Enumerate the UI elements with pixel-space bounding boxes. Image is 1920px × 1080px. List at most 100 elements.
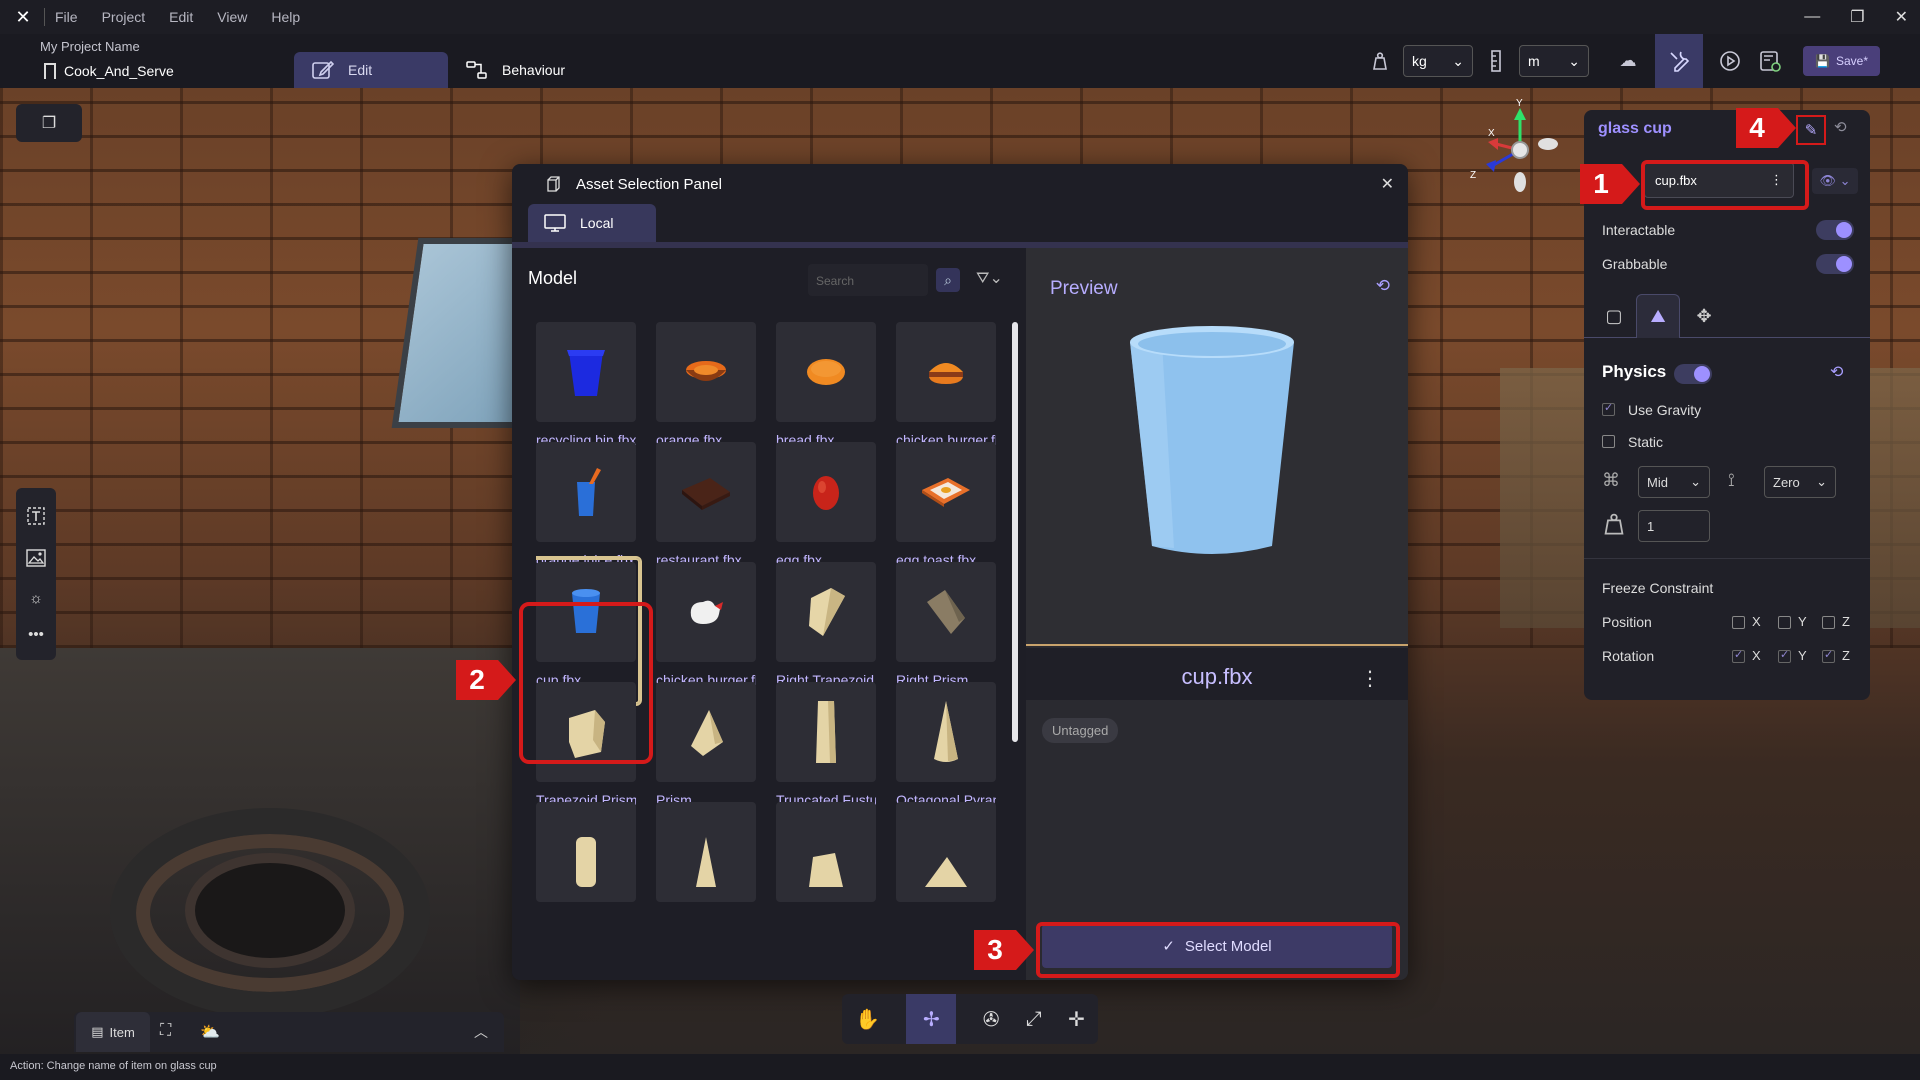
image-tool-icon[interactable] xyxy=(26,548,46,571)
asset-card-truncated-fustum[interactable]: Truncated Fustum xyxy=(776,682,876,822)
asset-card-right-trapezoid[interactable]: Right Trapezoid xyxy=(776,562,876,702)
asset-card-bread[interactable]: bread.fbx xyxy=(776,322,876,462)
freeze-position-z-checkbox[interactable] xyxy=(1822,616,1835,629)
tab-local[interactable]: Local xyxy=(528,204,656,242)
main-toolbar: My Project Name Cook_And_Serve Edit Beha… xyxy=(0,34,1920,88)
reset-icon[interactable]: ⟲ xyxy=(1834,118,1847,136)
asset-card-orange[interactable]: orange.fbx xyxy=(656,322,756,462)
environment-icon[interactable]: ⛅ xyxy=(200,1022,220,1042)
mode-tab-behaviour[interactable]: Behaviour xyxy=(466,52,565,88)
asset-thumbnail xyxy=(536,322,636,422)
restore-icon[interactable]: ❐ xyxy=(1850,7,1864,27)
search-input[interactable]: Search xyxy=(808,264,928,296)
asset-card-restaurant[interactable]: restaurant.fbx xyxy=(656,442,756,582)
bookmark-icon xyxy=(44,63,56,79)
menu-edit[interactable]: Edit xyxy=(169,9,193,25)
asset-card-frustum[interactable] xyxy=(776,802,876,942)
menu-file[interactable]: File xyxy=(55,9,78,25)
collision-select[interactable]: Mid ⌄ xyxy=(1638,466,1710,498)
asset-thumbnail xyxy=(896,802,996,902)
transform-all-icon[interactable]: ✛ xyxy=(1068,1007,1085,1032)
asset-thumbnail xyxy=(776,442,876,542)
refresh-icon[interactable]: ⟲ xyxy=(1376,276,1390,296)
grabbable-toggle[interactable] xyxy=(1816,254,1854,274)
asset-card-egg-toast[interactable]: egg toast.fbx xyxy=(896,442,996,582)
tab-item[interactable]: ▤ Item xyxy=(76,1012,150,1052)
model-grid-scrollbar[interactable] xyxy=(1012,322,1018,742)
asset-card-chicken-burger-2[interactable]: chicken burger.fbx xyxy=(656,562,756,702)
mass-unit-select[interactable]: kg ⌄ xyxy=(1403,45,1474,77)
freeze-rotation-y-checkbox[interactable] xyxy=(1778,648,1791,663)
damping-icon: ⟟ xyxy=(1728,470,1735,490)
close-window-icon[interactable]: ✕ xyxy=(1895,7,1908,27)
length-unit-value: m xyxy=(1528,53,1540,69)
cloud-icon[interactable]: ☁ xyxy=(1611,44,1645,78)
physics-reset-icon[interactable]: ⟲ xyxy=(1830,362,1843,382)
asset-card-cylinder[interactable] xyxy=(536,802,636,942)
damping-select[interactable]: Zero ⌄ xyxy=(1764,466,1836,498)
mass-input[interactable]: 1 xyxy=(1638,510,1710,542)
tab-physics-icon[interactable]: ⛰ xyxy=(1636,294,1680,338)
scale-icon[interactable]: ⤢ xyxy=(1026,1008,1042,1031)
menu-project[interactable]: Project xyxy=(102,9,146,25)
freeze-rotation-z-checkbox[interactable] xyxy=(1822,648,1835,663)
asset-source-tabs: Local xyxy=(512,204,1408,248)
rename-pencil-icon[interactable]: ✎ xyxy=(1796,115,1826,145)
menu-bar: ✕ File Project Edit View Help — ❐ ✕ xyxy=(0,0,1920,34)
orientation-gizmo[interactable]: Y X Z xyxy=(1470,98,1570,200)
callout-number: 2 xyxy=(456,660,498,700)
light-tool-icon[interactable]: ☼ xyxy=(29,590,43,607)
more-vertical-icon[interactable]: ⋮ xyxy=(1360,666,1380,691)
tab-transform-move-icon[interactable]: ✥ xyxy=(1682,294,1726,338)
use-gravity-checkbox[interactable] xyxy=(1602,401,1615,416)
freeze-position-x-checkbox[interactable] xyxy=(1732,616,1745,629)
tab-model-cube-icon[interactable]: ▢ xyxy=(1592,294,1636,338)
asset-card-chicken-burger[interactable]: chicken burger.fbx xyxy=(896,322,996,462)
freeze-position-y-checkbox[interactable] xyxy=(1778,616,1791,629)
highlight-cup-card xyxy=(519,602,653,764)
wrench-icon[interactable] xyxy=(1655,34,1704,88)
close-icon[interactable]: ✕ xyxy=(1381,174,1394,194)
asset-card-prism[interactable]: Prism xyxy=(656,682,756,822)
transform-toolbar: ✋ ✢ ✇ ⤢ ✛ xyxy=(842,994,1098,1044)
mode-tab-edit[interactable]: Edit xyxy=(294,52,448,88)
asset-thumbnail xyxy=(776,322,876,422)
more-icon[interactable]: ••• xyxy=(28,626,44,643)
asset-card-right-prism[interactable]: Right Prism xyxy=(896,562,996,702)
asset-card-cone[interactable] xyxy=(656,802,756,942)
build-icon[interactable] xyxy=(1753,44,1787,78)
save-button[interactable]: 💾 Save* xyxy=(1803,46,1880,76)
freeze-rotation-x-checkbox[interactable] xyxy=(1732,648,1745,663)
tab-item-label: Item xyxy=(109,1024,135,1040)
length-unit-select[interactable]: m ⌄ xyxy=(1519,45,1590,77)
asset-card-egg[interactable]: egg.fbx xyxy=(776,442,876,582)
object-icon[interactable]: ⛶ xyxy=(160,1022,171,1040)
inspector-item-name: glass cup xyxy=(1598,120,1672,137)
filter-icon[interactable]: ⛛⌄ xyxy=(976,268,1003,288)
physics-toggle[interactable] xyxy=(1674,364,1712,384)
chevron-up-icon[interactable]: ︿ xyxy=(474,1022,488,1042)
view-toggle-button[interactable]: ❐ xyxy=(16,104,82,142)
gizmo-x-label: X xyxy=(1488,128,1495,139)
move-arrows-icon[interactable]: ✢ xyxy=(906,994,957,1044)
static-checkbox[interactable] xyxy=(1602,435,1615,448)
scene-name[interactable]: Cook_And_Serve xyxy=(44,63,174,79)
search-icon[interactable]: ⌕ xyxy=(936,268,960,292)
highlight-select-model xyxy=(1036,922,1400,978)
preview-area[interactable]: Preview ⟲ xyxy=(1026,248,1408,646)
minimize-icon[interactable]: — xyxy=(1804,8,1820,26)
play-icon[interactable] xyxy=(1713,44,1747,78)
rotate-icon[interactable]: ✇ xyxy=(983,1007,1000,1032)
scene-burner xyxy=(195,863,345,958)
hand-pan-icon[interactable]: ✋ xyxy=(855,1007,880,1032)
preview-label: Preview xyxy=(1050,278,1118,299)
menu-help[interactable]: Help xyxy=(271,9,300,25)
interactable-toggle[interactable] xyxy=(1816,220,1854,240)
asset-card-recycling-bin[interactable]: recycling bin.fbx xyxy=(536,322,636,462)
visibility-eye-icon[interactable]: 👁 ⌄ xyxy=(1812,168,1858,194)
menu-view[interactable]: View xyxy=(217,9,247,25)
asset-card-octagonal-pyramid[interactable]: Octagonal Pyramid xyxy=(896,682,996,822)
text-tool-icon[interactable] xyxy=(26,506,46,530)
tag-chip: Untagged xyxy=(1042,718,1119,743)
asset-card-pyramid[interactable] xyxy=(896,802,996,942)
